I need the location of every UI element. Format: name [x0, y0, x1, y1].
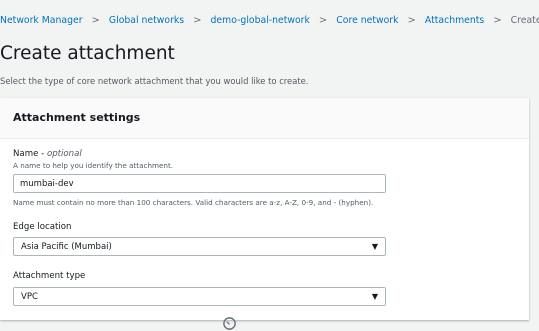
chevron-right-icon: > [91, 15, 100, 26]
name-description: A name to help you identify the attachme… [13, 161, 174, 170]
attachment-type-select[interactable]: VPC ▼ [13, 287, 386, 306]
name-input[interactable] [13, 174, 386, 193]
optional-label: optional [46, 149, 82, 159]
chevron-right-icon: > [318, 15, 328, 26]
breadcrumb: Network Manager > Global networks > demo… [0, 15, 539, 26]
caret-down-icon: ▼ [371, 292, 378, 301]
chevron-right-icon: > [193, 15, 202, 26]
panel-title: Attachment settings [13, 111, 141, 124]
breadcrumb-global-networks[interactable]: Global networks [109, 15, 184, 26]
edge-location-select[interactable]: Asia Pacific (Mumbai) ▼ [13, 237, 386, 256]
breadcrumb-attachments[interactable]: Attachments [425, 15, 484, 26]
breadcrumb-network-manager[interactable]: Network Manager [0, 15, 83, 26]
breadcrumb-demo-global-network[interactable]: demo-global-network [211, 15, 310, 26]
attachment-type-value: VPC [21, 291, 38, 302]
edge-location-label: Edge location [13, 222, 72, 232]
attachment-type-label: Attachment type [13, 271, 86, 281]
page-description: Select the type of core network attachme… [0, 76, 309, 86]
edge-location-value: Asia Pacific (Mumbai) [21, 241, 112, 252]
name-label-text: Name [13, 149, 39, 159]
attachment-settings-panel: Attachment settings Name - optional A na… [0, 98, 529, 320]
page-title: Create attachment [0, 43, 175, 64]
breadcrumb-core-network[interactable]: Core network [336, 15, 398, 26]
breadcrumb-current: Create [510, 15, 539, 26]
chevron-right-icon: > [493, 15, 502, 26]
chevron-right-icon: > [407, 15, 416, 26]
name-label: Name - optional [13, 149, 82, 159]
caret-down-icon: ▼ [371, 242, 378, 251]
name-constraint: Name must contain no more than 100 chara… [13, 198, 374, 207]
panel-header: Attachment settings [0, 98, 529, 139]
